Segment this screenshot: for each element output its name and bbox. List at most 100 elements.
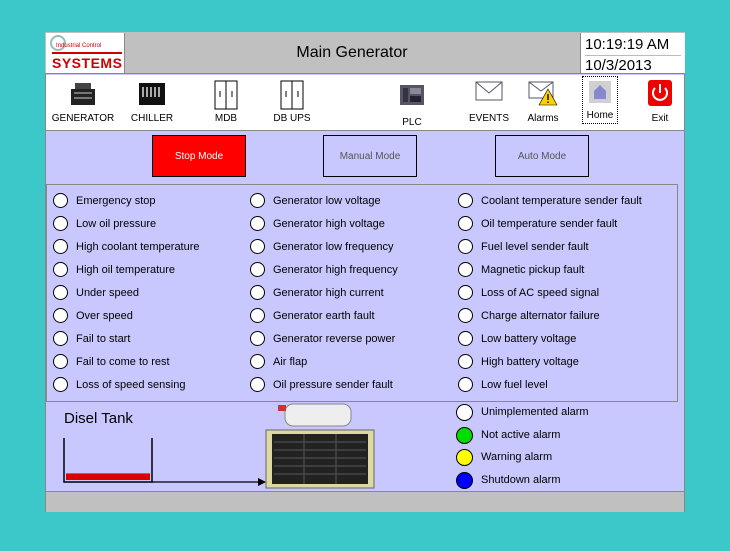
power-icon: [648, 80, 672, 106]
alarm-label: Generator earth fault: [273, 310, 375, 322]
clock-date: 10/3/2013: [585, 55, 681, 74]
logo-subtitle: Industrial Control: [56, 43, 102, 49]
legend-lamp: [456, 404, 473, 421]
alarm-label: Generator low voltage: [273, 195, 381, 207]
alarm-label: Fail to come to rest: [76, 356, 170, 368]
nav-label: DB UPS: [273, 113, 311, 124]
nav-alarms-button[interactable]: Alarms: [516, 75, 570, 130]
generator-icon: [71, 83, 95, 105]
status-lamp: [250, 285, 265, 300]
legend-label: Shutdown alarm: [481, 473, 561, 486]
status-lamp: [53, 354, 68, 369]
nav-mdb-button[interactable]: MDB: [198, 75, 254, 130]
status-lamp: [250, 239, 265, 254]
status-lamp: [250, 216, 265, 231]
home-icon: [589, 81, 611, 103]
status-lamp: [458, 354, 473, 369]
nav-home-button[interactable]: Home: [582, 76, 618, 124]
alarm-label: Fuel level sender fault: [481, 241, 589, 253]
alarm-label: High coolant temperature: [76, 241, 200, 253]
alarm-label: Emergency stop: [76, 195, 156, 207]
status-lamp: [53, 377, 68, 392]
status-lamp: [53, 308, 68, 323]
alarm-label: Air flap: [273, 356, 308, 368]
status-lamp: [458, 193, 473, 208]
alarm-label: High oil temperature: [76, 264, 176, 276]
alarm-label: Charge alternator failure: [481, 310, 600, 322]
status-bar: [46, 491, 684, 512]
status-lamp: [458, 216, 473, 231]
alarm-envelope-icon: [528, 81, 558, 106]
alarm-label: Low fuel level: [481, 379, 548, 391]
alarm-label: Magnetic pickup fault: [481, 264, 585, 276]
status-lamp: [458, 377, 473, 392]
nav-label: PLC: [402, 117, 422, 128]
status-lamp: [53, 216, 68, 231]
status-lamp: [250, 308, 265, 323]
status-lamp: [250, 354, 265, 369]
nav-label: GENERATOR: [51, 113, 115, 124]
status-lamp: [250, 331, 265, 346]
alarm-label: Fail to start: [76, 333, 131, 345]
alarm-label: Loss of speed sensing: [76, 379, 186, 391]
legend-label: Unimplemented alarm: [481, 406, 589, 418]
cabinet-icon: [280, 80, 304, 110]
status-lamp: [250, 193, 265, 208]
nav-generator-button[interactable]: GENERATOR: [50, 75, 116, 130]
status-lamp: [53, 262, 68, 277]
fuel-system-diagram: [63, 403, 375, 489]
nav-label: Home: [586, 110, 614, 121]
status-lamp: [53, 331, 68, 346]
page-title: Main Generator: [296, 44, 408, 61]
stop-mode-button[interactable]: Stop Mode: [152, 135, 246, 177]
nav-db-ups-button[interactable]: DB UPS: [264, 75, 320, 130]
status-lamp: [458, 331, 473, 346]
alarm-label: Generator high frequency: [273, 264, 398, 276]
alarm-label: Low oil pressure: [76, 218, 157, 230]
generator-image: [265, 403, 375, 489]
logo-title: SYSTEMS: [52, 52, 123, 71]
flow-arrow: [258, 478, 266, 486]
alarm-label: Under speed: [76, 287, 139, 299]
nav-label: Alarms: [527, 113, 559, 124]
auto-mode-button[interactable]: Auto Mode: [495, 135, 589, 177]
status-lamp: [458, 308, 473, 323]
status-lamp: [53, 193, 68, 208]
nav-chiller-button[interactable]: CHILLER: [124, 75, 180, 130]
legend-lamp: [456, 426, 473, 444]
manual-mode-button[interactable]: Manual Mode: [323, 135, 417, 177]
status-lamp: [250, 262, 265, 277]
nav-exit-button[interactable]: Exit: [638, 75, 682, 130]
alarm-label: Generator high current: [273, 287, 384, 299]
nav-events-button[interactable]: EVENTS: [462, 75, 516, 130]
legend-lamp: [456, 449, 473, 466]
status-lamp: [458, 285, 473, 300]
legend-label: Not active alarm: [481, 428, 561, 441]
nav-bar: GENERATOR CHILLER MDB DB UPS PLC EVENTS: [46, 75, 684, 131]
clock-time: 10:19:19 AM: [585, 36, 670, 53]
nav-label: MDB: [214, 113, 238, 124]
alarm-label: High battery voltage: [481, 356, 579, 368]
alarm-label: Coolant temperature sender fault: [481, 195, 642, 207]
nav-label: EVENTS: [468, 113, 509, 124]
plc-icon: [400, 85, 424, 105]
company-logo: Industrial Control SYSTEMS: [46, 33, 125, 73]
alarm-label: Generator high voltage: [273, 218, 385, 230]
legend-lamp: [456, 471, 473, 489]
alarm-label: Over speed: [76, 310, 133, 322]
cabinet-icon: [214, 80, 238, 110]
alarm-label: Oil pressure sender fault: [273, 379, 393, 391]
alarm-label: Loss of AC speed signal: [481, 287, 600, 299]
tank-level-fill: [66, 473, 150, 480]
status-lamp: [53, 285, 68, 300]
clock: 10:19:19 AM 10/3/2013: [580, 33, 685, 74]
alarm-label: Low battery voltage: [481, 333, 577, 345]
legend-label: Warning alarm: [481, 451, 553, 463]
alarm-label: Generator low frequency: [273, 241, 394, 253]
status-lamp: [458, 239, 473, 254]
alarm-label: Oil temperature sender fault: [481, 218, 618, 230]
nav-plc-button[interactable]: PLC: [382, 75, 442, 130]
alarm-label: Generator reverse power: [273, 333, 396, 345]
chiller-icon: [139, 83, 165, 105]
envelope-icon: [475, 81, 503, 101]
